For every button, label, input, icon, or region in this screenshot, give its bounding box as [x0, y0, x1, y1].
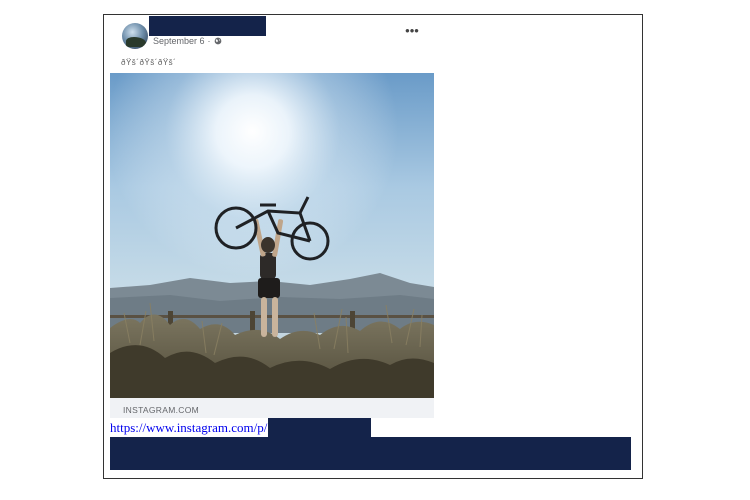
meta-separator: · — [207, 36, 211, 46]
post-meta: September 6 · — [153, 36, 222, 46]
globe-icon — [214, 37, 221, 45]
post-date[interactable]: September 6 — [153, 36, 205, 46]
photo-illustration — [110, 73, 434, 398]
link-preview-domain: INSTAGRAM.COM — [123, 405, 199, 415]
post-text: ðŸš´ðŸš´ðŸš´ — [121, 58, 177, 67]
instagram-url-link[interactable]: https://www.instagram.com/p/ — [110, 420, 267, 436]
post-photo[interactable] — [110, 73, 434, 398]
redacted-url-suffix — [268, 418, 371, 438]
profile-avatar[interactable] — [122, 23, 148, 49]
more-options-icon[interactable]: ••• — [404, 24, 420, 40]
redacted-profile-name — [149, 16, 266, 36]
redacted-caption — [110, 437, 631, 470]
